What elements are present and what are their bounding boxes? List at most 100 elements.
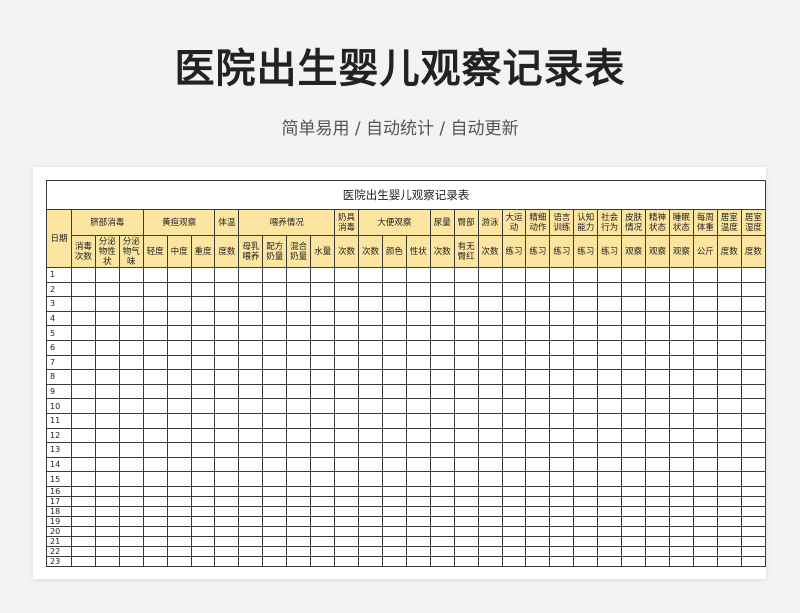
data-cell[interactable] bbox=[381, 339, 407, 356]
data-cell[interactable] bbox=[142, 310, 168, 327]
data-cell[interactable] bbox=[716, 369, 742, 385]
data-cell[interactable] bbox=[692, 339, 718, 356]
data-cell[interactable] bbox=[190, 515, 216, 527]
data-cell[interactable] bbox=[573, 471, 599, 487]
data-cell[interactable] bbox=[310, 296, 336, 312]
data-cell[interactable] bbox=[740, 442, 767, 458]
data-cell[interactable] bbox=[405, 505, 431, 517]
data-cell[interactable] bbox=[597, 369, 623, 385]
data-cell[interactable] bbox=[310, 398, 336, 414]
data-cell[interactable] bbox=[286, 525, 312, 537]
data-cell[interactable] bbox=[573, 296, 599, 312]
data-cell[interactable] bbox=[668, 267, 694, 283]
data-cell[interactable] bbox=[70, 369, 96, 385]
data-cell[interactable] bbox=[118, 485, 144, 497]
data-cell[interactable] bbox=[621, 555, 647, 567]
data-cell[interactable] bbox=[286, 545, 312, 557]
data-cell[interactable] bbox=[716, 442, 742, 458]
data-cell[interactable] bbox=[357, 525, 383, 537]
data-cell[interactable] bbox=[214, 267, 240, 283]
data-cell[interactable] bbox=[334, 555, 359, 567]
data-cell[interactable] bbox=[118, 369, 144, 385]
data-cell[interactable] bbox=[597, 485, 623, 497]
data-cell[interactable] bbox=[142, 325, 168, 341]
data-cell[interactable] bbox=[142, 354, 168, 371]
data-cell[interactable] bbox=[286, 442, 312, 458]
data-cell[interactable] bbox=[310, 339, 336, 356]
data-cell[interactable] bbox=[286, 495, 312, 507]
data-cell[interactable] bbox=[334, 442, 359, 458]
data-cell[interactable] bbox=[357, 267, 383, 283]
data-cell[interactable] bbox=[357, 412, 383, 429]
data-cell[interactable] bbox=[429, 354, 455, 371]
data-cell[interactable] bbox=[214, 505, 240, 517]
data-cell[interactable] bbox=[621, 267, 647, 283]
data-cell[interactable] bbox=[70, 412, 96, 429]
data-cell[interactable] bbox=[405, 267, 431, 283]
data-cell[interactable] bbox=[453, 471, 479, 487]
data-cell[interactable] bbox=[334, 515, 359, 527]
data-cell[interactable] bbox=[692, 383, 718, 400]
data-cell[interactable] bbox=[118, 442, 144, 458]
data-cell[interactable] bbox=[357, 505, 383, 517]
data-cell[interactable] bbox=[118, 296, 144, 312]
data-cell[interactable] bbox=[142, 369, 168, 385]
data-cell[interactable] bbox=[381, 427, 407, 444]
data-cell[interactable] bbox=[477, 515, 503, 527]
data-cell[interactable] bbox=[190, 398, 216, 414]
data-cell[interactable] bbox=[238, 383, 264, 400]
data-cell[interactable] bbox=[405, 525, 431, 537]
data-cell[interactable] bbox=[334, 296, 359, 312]
data-cell[interactable] bbox=[597, 456, 623, 473]
data-cell[interactable] bbox=[310, 427, 336, 444]
data-cell[interactable] bbox=[334, 485, 359, 497]
data-cell[interactable] bbox=[621, 427, 647, 444]
data-cell[interactable] bbox=[429, 485, 455, 497]
data-cell[interactable] bbox=[190, 369, 216, 385]
data-cell[interactable] bbox=[453, 545, 479, 557]
data-cell[interactable] bbox=[549, 535, 575, 547]
data-cell[interactable] bbox=[381, 281, 407, 298]
data-cell[interactable] bbox=[70, 555, 96, 567]
data-cell[interactable] bbox=[477, 369, 503, 385]
data-cell[interactable] bbox=[477, 545, 503, 557]
data-cell[interactable] bbox=[310, 505, 336, 517]
data-cell[interactable] bbox=[70, 398, 96, 414]
data-cell[interactable] bbox=[142, 495, 168, 507]
data-cell[interactable] bbox=[597, 339, 623, 356]
data-cell[interactable] bbox=[573, 325, 599, 341]
data-cell[interactable] bbox=[166, 325, 192, 341]
data-cell[interactable] bbox=[357, 339, 383, 356]
data-cell[interactable] bbox=[286, 515, 312, 527]
data-cell[interactable] bbox=[310, 456, 336, 473]
data-cell[interactable] bbox=[573, 398, 599, 414]
data-cell[interactable] bbox=[692, 427, 718, 444]
data-cell[interactable] bbox=[262, 555, 288, 567]
data-cell[interactable] bbox=[453, 398, 479, 414]
data-cell[interactable] bbox=[94, 398, 120, 414]
data-cell[interactable] bbox=[142, 515, 168, 527]
data-cell[interactable] bbox=[142, 427, 168, 444]
data-cell[interactable] bbox=[262, 398, 288, 414]
data-cell[interactable] bbox=[501, 383, 527, 400]
data-cell[interactable] bbox=[334, 281, 359, 298]
data-cell[interactable] bbox=[501, 369, 527, 385]
data-cell[interactable] bbox=[716, 310, 742, 327]
data-cell[interactable] bbox=[692, 456, 718, 473]
data-cell[interactable] bbox=[166, 398, 192, 414]
data-cell[interactable] bbox=[286, 427, 312, 444]
data-cell[interactable] bbox=[94, 383, 120, 400]
data-cell[interactable] bbox=[621, 471, 647, 487]
data-cell[interactable] bbox=[70, 485, 96, 497]
data-cell[interactable] bbox=[166, 525, 192, 537]
data-cell[interactable] bbox=[501, 555, 527, 567]
data-cell[interactable] bbox=[573, 495, 599, 507]
data-cell[interactable] bbox=[477, 442, 503, 458]
data-cell[interactable] bbox=[429, 505, 455, 517]
data-cell[interactable] bbox=[310, 535, 336, 547]
data-cell[interactable] bbox=[381, 354, 407, 371]
data-cell[interactable] bbox=[190, 310, 216, 327]
data-cell[interactable] bbox=[94, 485, 120, 497]
data-cell[interactable] bbox=[429, 515, 455, 527]
data-cell[interactable] bbox=[70, 456, 96, 473]
